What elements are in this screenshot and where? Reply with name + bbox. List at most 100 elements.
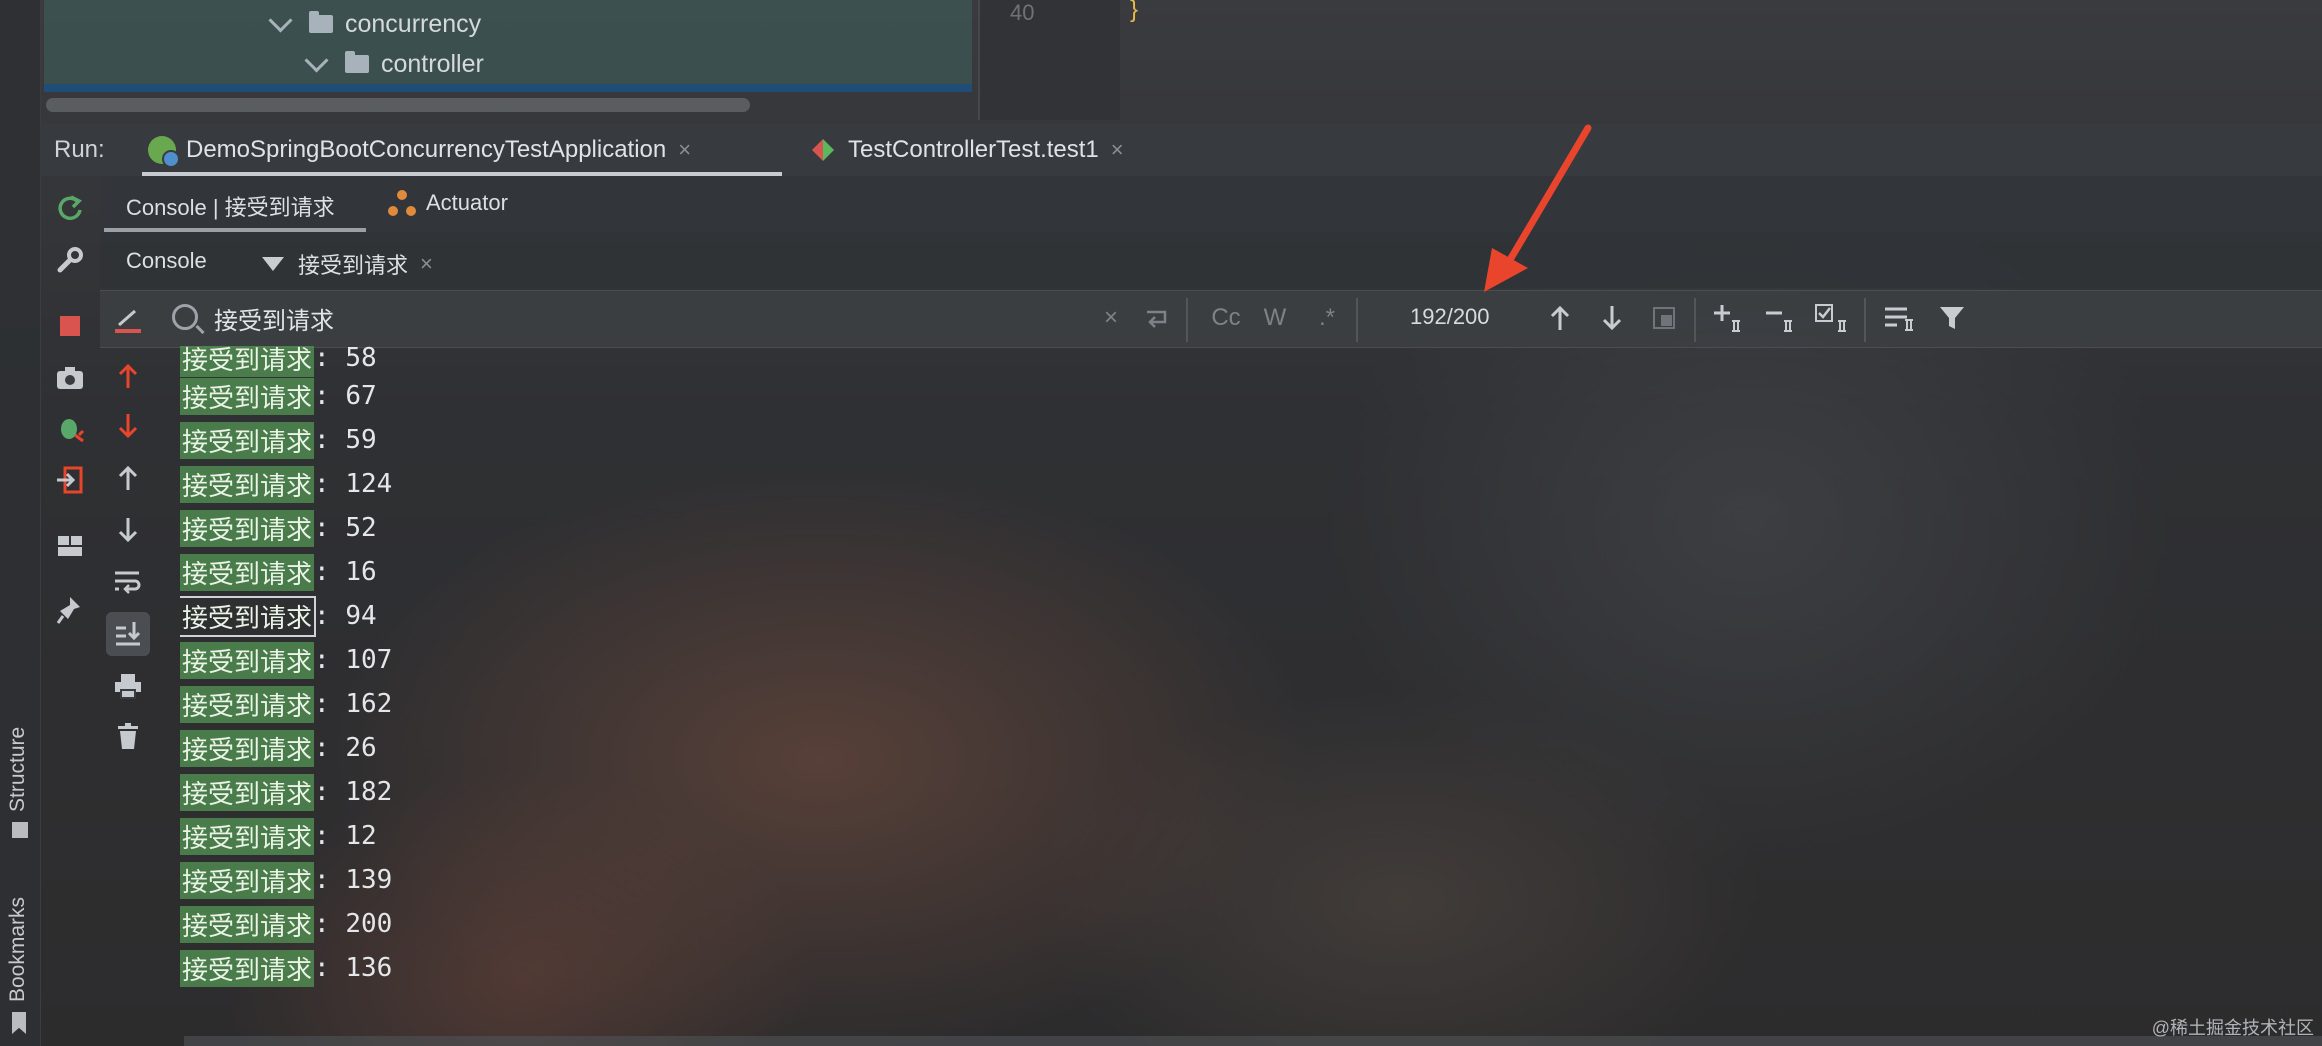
tab-label: TestControllerTest.test1 [848,136,1099,163]
add-occurrence-icon[interactable] [1710,298,1750,338]
search-match: 接受到请求 [180,641,315,679]
print-icon[interactable] [108,666,148,706]
tab-label: DemoSpringBootConcurrencyTestApplication [186,136,667,163]
console-line: 接受到请求: 182 [180,770,392,814]
new-line-toggle-icon[interactable] [1140,298,1174,338]
separator-text: : [314,733,346,763]
request-number: 12 [345,821,377,851]
soft-wrap-icon[interactable] [108,562,148,602]
select-all-occurrences-check-icon[interactable] [1814,298,1854,338]
spring-boot-icon [148,136,180,168]
console-horizontal-scrollbar[interactable] [184,1036,2322,1046]
separator-text: : [314,425,346,455]
arrow-down-icon[interactable] [108,510,148,550]
trash-icon[interactable] [108,716,148,756]
clear-all-icon[interactable] [108,302,148,342]
console-line: 接受到请求: 136 [180,946,392,990]
match-case-button[interactable]: Cc [1206,298,1246,338]
request-number: 139 [345,865,393,895]
actuator-icon [388,190,416,216]
layout-icon[interactable] [50,526,90,566]
watermark: @稀土掘金技术社区 [2151,1018,2314,1038]
previous-error-icon[interactable] [108,356,148,396]
pin-icon[interactable] [50,590,90,630]
search-match: 接受到请求 [180,346,315,377]
close-icon[interactable]: × [420,251,433,277]
tab-console[interactable]: Console [126,248,207,274]
editor-gutter [978,0,1120,120]
request-number: 182 [345,777,393,807]
request-number: 52 [345,513,377,543]
stop-icon[interactable] [50,306,90,346]
request-number: 107 [345,645,393,675]
console-line: 接受到请求: 16 [180,550,377,594]
tab-actuator[interactable]: Actuator [388,190,508,216]
search-match: 接受到请求 [180,773,315,811]
separator-text: : [314,953,346,983]
search-match: 接受到请求 [180,949,315,987]
close-icon[interactable]: × [1111,137,1124,163]
search-match: 接受到请求 [180,905,315,943]
console-line: 接受到请求: 139 [180,858,392,902]
next-error-icon[interactable] [108,406,148,446]
separator [1356,298,1358,342]
console-line: 接受到请求: 12 [180,814,377,858]
separator-text: : [314,689,346,719]
tab-grep-filter[interactable]: 接受到请求 × [262,248,433,280]
chevron-down-icon [304,47,329,73]
console-line: 接受到请求: 52 [180,506,377,550]
next-occurrence-icon[interactable] [1592,298,1632,338]
folder-icon [345,51,369,73]
bookmark-icon [12,1012,26,1034]
separator-text: : [314,909,346,939]
chevron-down-icon [268,7,293,33]
search-match: 接受到请求 [180,421,315,459]
whole-words-button[interactable]: W [1258,298,1292,338]
tab-console-filter[interactable]: Console | 接受到请求 [126,190,335,222]
login-icon[interactable] [50,460,90,500]
search-match: 接受到请求 [180,553,315,591]
search-icon[interactable] [172,304,198,330]
code-brace: } [1130,0,1139,23]
separator [1864,298,1866,342]
bookmarks-tool-button[interactable]: Bookmarks [6,897,30,1002]
request-number: 94 [345,601,377,631]
request-number: 67 [345,381,377,411]
tree-horizontal-scrollbar[interactable] [46,98,750,112]
filter-search-results-icon[interactable] [1880,298,1920,338]
previous-occurrence-icon[interactable] [1540,298,1580,338]
tab-demo-application[interactable]: DemoSpringBootConcurrencyTestApplication… [148,124,691,176]
request-number: 16 [345,557,377,587]
debug-bug-icon[interactable] [50,408,90,448]
arrow-up-icon[interactable] [108,458,148,498]
scroll-to-end-icon[interactable] [106,612,150,656]
wrench-icon[interactable] [50,240,90,280]
console-output[interactable]: 接受到请求: 58 接受到请求: 67 接受到请求: 59 接受到请求: 124… [180,346,1780,1036]
camera-icon[interactable] [50,358,90,398]
tree-item-concurrency[interactable]: concurrency [268,6,481,42]
request-number: 58 [345,346,377,373]
filter-icon [262,257,284,271]
search-input[interactable] [214,296,1094,340]
funnel-filter-icon[interactable] [1932,298,1972,338]
request-number: 200 [345,909,393,939]
left-tool-stripe: Structure Bookmarks [0,0,41,1046]
project-tree [44,0,972,92]
regex-button[interactable]: .* [1312,298,1342,338]
line-number: 40 [1010,0,1035,25]
rerun-icon[interactable] [50,188,90,228]
clear-search-button[interactable]: × [1096,298,1126,338]
structure-icon [12,822,28,838]
tree-selection-highlight [44,84,972,92]
separator-text: : [314,469,346,499]
tab-controller-test[interactable]: TestControllerTest.test1 × [812,124,1124,176]
tree-item-controller[interactable]: controller [304,46,484,82]
tab-label: 接受到请求 [298,253,409,278]
separator [1694,298,1696,342]
structure-label: Structure [6,726,29,812]
structure-tool-button[interactable]: Structure [6,727,30,812]
close-icon[interactable]: × [678,137,691,163]
console-subtabs-bar [100,232,2322,288]
select-all-occurrences-icon[interactable] [1644,298,1684,338]
remove-occurrence-icon[interactable] [1762,298,1802,338]
